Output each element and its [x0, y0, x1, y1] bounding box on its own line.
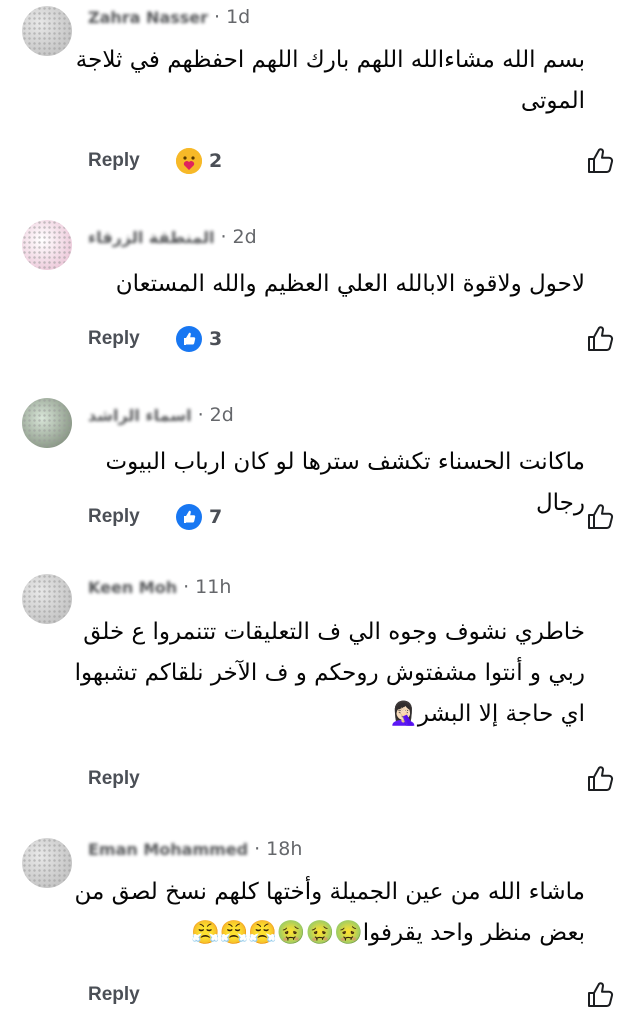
like-button-icon[interactable] [585, 502, 615, 532]
avatar[interactable] [22, 398, 72, 448]
comment-meta: المنطقة الزرقاء · 2d [88, 224, 257, 250]
commenter-name[interactable]: اسماء الراشد [88, 406, 192, 425]
commenter-name[interactable]: Keen Moh [88, 578, 177, 597]
commenter-name[interactable]: Eman Mohammed [88, 840, 248, 859]
comment-line: ماشاء الله من عين الجميلة وأختها كلهم نس… [74, 879, 585, 905]
like-button-icon[interactable] [585, 146, 615, 176]
reply-button[interactable]: Reply [88, 150, 140, 172]
comment-text: لاحول ولاقوة الابالله العلي العظيم والله… [65, 264, 585, 305]
timestamp[interactable]: 2d [233, 226, 257, 248]
separator-dot: · [254, 838, 261, 860]
comment-actions: Reply 7 [0, 502, 643, 538]
timestamp[interactable]: 11h [195, 576, 231, 598]
comment-actions: Reply 2 [0, 146, 643, 182]
reaction-summary[interactable]: 3 [176, 326, 222, 352]
comment-meta: Zahra Nasser · 1d [88, 4, 250, 30]
separator-dot: · [183, 576, 190, 598]
commenter-name[interactable]: Zahra Nasser [88, 8, 208, 27]
comment-line: الموتى [520, 88, 585, 114]
separator-dot: · [214, 6, 221, 28]
comment-line: بسم الله مشاءالله اللهم بارك اللهم احفظه… [75, 47, 585, 73]
commenter-name[interactable]: المنطقة الزرقاء [88, 228, 214, 247]
comment-text: بسم الله مشاءالله اللهم بارك اللهم احفظه… [65, 40, 585, 122]
reaction-summary[interactable]: 2 [176, 148, 222, 174]
like-reaction-icon [176, 326, 202, 352]
timestamp[interactable]: 18h [266, 838, 302, 860]
comment-line: اي حاجة إلا البشر🤦🏻‍♀️ [389, 701, 585, 727]
avatar[interactable] [22, 220, 72, 270]
reply-button[interactable]: Reply [88, 506, 140, 528]
comment-line: ربي و أنتوا مشفتوش روحكم و ف الآخر نلقاك… [74, 660, 585, 686]
reply-button[interactable]: Reply [88, 984, 140, 1006]
reply-button[interactable]: Reply [88, 768, 140, 790]
timestamp[interactable]: 1d [226, 6, 250, 28]
comment-meta: Eman Mohammed · 18h [88, 836, 302, 862]
reaction-count: 2 [209, 150, 223, 172]
comment-actions: Reply 3 [0, 324, 643, 360]
comment-line: لاحول ولاقوة الابالله العلي العظيم والله… [115, 271, 585, 297]
comment-actions: Reply [0, 980, 643, 1016]
comment-line: بعض منظر واحد يقرفوا🤢🤢🤢😤😤😤 [190, 920, 585, 946]
comment-meta: اسماء الراشد · 2d [88, 402, 234, 428]
like-reaction-icon [176, 504, 202, 530]
comment-text: خاطري نشوف وجوه الي ف التعليقات تتنمروا … [65, 612, 585, 735]
reaction-count: 3 [209, 328, 223, 350]
like-button-icon[interactable] [585, 980, 615, 1010]
separator-dot: · [197, 404, 204, 426]
reaction-count: 7 [209, 506, 223, 528]
reply-button[interactable]: Reply [88, 328, 140, 350]
like-button-icon[interactable] [585, 764, 615, 794]
reaction-summary[interactable]: 7 [176, 504, 222, 530]
timestamp[interactable]: 2d [210, 404, 234, 426]
comment-actions: Reply [0, 764, 643, 800]
comment-meta: Keen Moh · 11h [88, 574, 231, 600]
separator-dot: · [220, 226, 227, 248]
comment-text: ماشاء الله من عين الجميلة وأختها كلهم نس… [65, 872, 585, 954]
care-reaction-icon [176, 148, 202, 174]
comment-line: خاطري نشوف وجوه الي ف التعليقات تتنمروا … [83, 619, 585, 645]
like-button-icon[interactable] [585, 324, 615, 354]
